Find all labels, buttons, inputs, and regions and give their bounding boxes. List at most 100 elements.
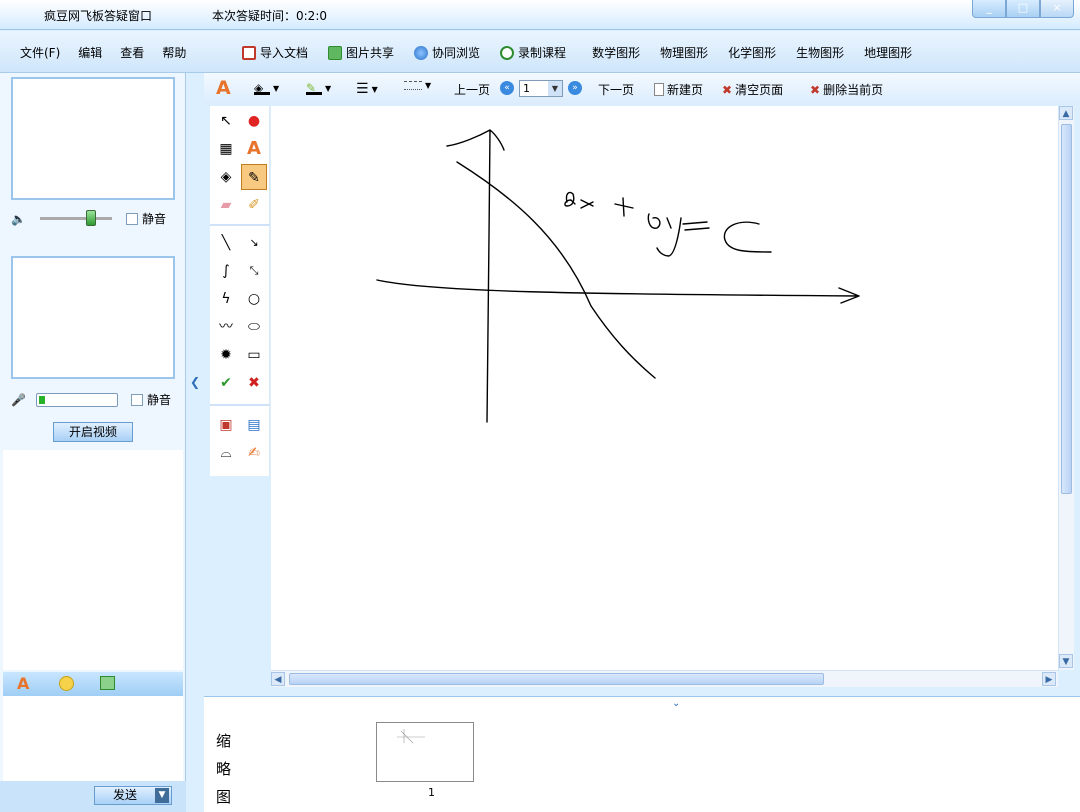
close-button[interactable]: × — [1040, 0, 1074, 18]
start-video-button[interactable]: 开启视频 — [53, 422, 133, 442]
volume-slider-knob[interactable] — [85, 210, 96, 226]
pencil-tool-icon[interactable]: ✎ — [241, 164, 267, 190]
edit-note-icon[interactable]: ✍ — [241, 440, 267, 466]
new-page-button[interactable]: 新建页 — [654, 81, 703, 98]
browse-icon — [414, 45, 429, 60]
send-row: 发送 ▼ — [0, 781, 186, 812]
screenshot-icon[interactable]: ▣ — [213, 412, 239, 438]
import-doc-button[interactable]: 导入文档 — [242, 44, 308, 61]
biology-shapes-button[interactable]: 生物图形 — [796, 44, 844, 61]
delete-page-button[interactable]: ✖ 删除当前页 — [810, 81, 883, 98]
import-doc-icon — [242, 45, 256, 60]
minimize-button[interactable]: _ — [972, 0, 1006, 18]
send-image-icon[interactable] — [100, 676, 115, 690]
mute-speaker-checkbox[interactable] — [125, 212, 138, 225]
image-share-label: 图片共享 — [346, 46, 395, 60]
maximize-button[interactable]: □ — [1006, 0, 1040, 18]
zigzag-tool-icon[interactable]: ϟ — [213, 286, 239, 312]
speaker-icon[interactable]: 🔈 — [11, 212, 26, 226]
cross-mark-icon[interactable]: ✖ — [241, 370, 267, 396]
highlighter-icon[interactable]: ✐ — [241, 192, 267, 218]
wave-tool-icon[interactable]: 〰 — [213, 314, 239, 340]
record-course-button[interactable]: 录制课程 — [500, 44, 566, 61]
page-thumbnail[interactable] — [376, 722, 474, 782]
send-button-label: 发送 — [113, 788, 138, 802]
eraser-icon[interactable]: ▰ — [213, 192, 239, 218]
menu-toolbar: 文件(F) 编辑 查看 帮助 导入文档 图片共享 协同浏览 录制课程 数学图形 … — [0, 31, 1080, 73]
check-mark-icon[interactable]: ✔ — [213, 370, 239, 396]
line-tool-icon[interactable]: ╲ — [213, 230, 239, 256]
line-stroke — [456, 161, 656, 379]
thumbnail-panel: ⌄ 缩略图 1 — [204, 696, 1080, 812]
burst-shape-icon[interactable]: ✹ — [213, 342, 239, 368]
next-page-button[interactable]: 下一页 — [598, 81, 634, 98]
chevron-down-icon[interactable]: ⌄ — [672, 698, 680, 709]
line-width-dropdown[interactable]: ☰ ▼ — [356, 81, 378, 97]
scroll-up-icon[interactable]: ▲ — [1059, 106, 1073, 120]
pen-color-icon: ✎ — [306, 81, 322, 95]
palette-divider-2 — [210, 404, 270, 406]
geography-shapes-button[interactable]: 地理图形 — [864, 44, 912, 61]
image-share-button[interactable]: 图片共享 — [328, 44, 394, 61]
co-browse-button[interactable]: 协同浏览 — [414, 44, 480, 61]
menu-view[interactable]: 查看 — [120, 44, 144, 61]
record-icon — [500, 45, 515, 60]
chemistry-shapes-button[interactable]: 化学图形 — [728, 44, 776, 61]
remote-video — [11, 77, 175, 200]
circle-tool-icon[interactable]: ○ — [241, 286, 267, 312]
menu-file[interactable]: 文件(F) — [20, 44, 60, 61]
math-shapes-button[interactable]: 数学图形 — [592, 44, 640, 61]
table-icon[interactable]: ▦ — [213, 136, 239, 162]
whiteboard-canvas[interactable] — [271, 106, 1058, 670]
first-page-button[interactable]: « — [500, 81, 514, 95]
emoji-icon[interactable] — [59, 676, 74, 691]
menu-bar: 文件(F) 编辑 查看 帮助 — [20, 44, 186, 61]
import-doc-label: 导入文档 — [260, 46, 309, 60]
fast-forward-icon: » — [568, 81, 582, 95]
horizontal-scroll-thumb[interactable] — [289, 673, 824, 685]
scroll-down-icon[interactable]: ▼ — [1059, 654, 1073, 668]
physics-shapes-button[interactable]: 物理图形 — [660, 44, 708, 61]
line-style-icon — [404, 81, 422, 90]
vertical-scrollbar[interactable]: ▲ ▼ — [1058, 106, 1074, 670]
delete-page-label: 删除当前页 — [823, 83, 884, 97]
mute-mic-checkbox[interactable] — [130, 393, 143, 406]
ellipse-tool-icon[interactable]: ⬭ — [241, 314, 267, 340]
scroll-right-icon[interactable]: ▶ — [1042, 672, 1056, 686]
canvas-toolbar: A ◈ ▼ ✎ ▼ ☰ ▼ ▼ 上一页 « 1 ▼ » 下一页 新建页 ✖ 清空页面 ✖… — [204, 73, 1080, 105]
volume-slider[interactable] — [39, 210, 112, 226]
curve-tool-icon[interactable]: ∫ — [213, 258, 239, 284]
last-page-button[interactable]: » — [568, 81, 582, 95]
rectangle-tool-icon[interactable]: ▭ — [241, 342, 267, 368]
font-icon[interactable]: A — [17, 674, 29, 693]
x-axis-stroke — [376, 279, 860, 304]
scroll-left-icon[interactable]: ◀ — [271, 672, 285, 686]
collapse-left-panel-icon[interactable]: ❮ — [190, 375, 200, 389]
glasses-icon[interactable]: ⌓ — [213, 440, 239, 466]
select-pointer-icon[interactable]: ↖ — [213, 108, 239, 134]
page-select[interactable]: 1 ▼ — [519, 80, 563, 97]
line-width-icon: ☰ — [356, 81, 369, 97]
menu-help[interactable]: 帮助 — [162, 44, 186, 61]
send-button[interactable]: 发送 ▼ — [94, 786, 172, 805]
clear-page-button[interactable]: ✖ 清空页面 — [722, 81, 783, 98]
double-arrow-icon[interactable]: ⤡ — [241, 258, 267, 284]
clear-page-icon: ✖ — [722, 82, 733, 97]
fill-tool-icon[interactable]: ◈ — [213, 164, 239, 190]
fill-color-dropdown[interactable]: ◈ ▼ — [254, 81, 279, 95]
pen-color-dropdown[interactable]: ✎ ▼ — [306, 81, 331, 95]
vertical-scroll-thumb[interactable] — [1061, 124, 1072, 494]
record-course-label: 录制课程 — [518, 46, 567, 60]
text-tool-icon[interactable]: A — [241, 136, 267, 162]
text-style-icon[interactable]: A — [216, 77, 231, 99]
send-options-dropdown[interactable]: ▼ — [155, 788, 169, 803]
menu-edit[interactable]: 编辑 — [78, 44, 102, 61]
prev-page-button[interactable]: 上一页 — [454, 81, 490, 98]
line-style-dropdown[interactable]: ▼ — [404, 81, 431, 90]
palette-divider — [210, 224, 270, 226]
laser-pointer-icon[interactable]: ● — [241, 108, 267, 134]
chevron-down-icon: ▼ — [548, 81, 562, 96]
horizontal-scrollbar[interactable]: ◀ ▶ — [271, 670, 1058, 687]
screen-capture-icon[interactable]: ▤ — [241, 412, 267, 438]
arrow-line-icon[interactable]: ↘ — [241, 230, 267, 256]
